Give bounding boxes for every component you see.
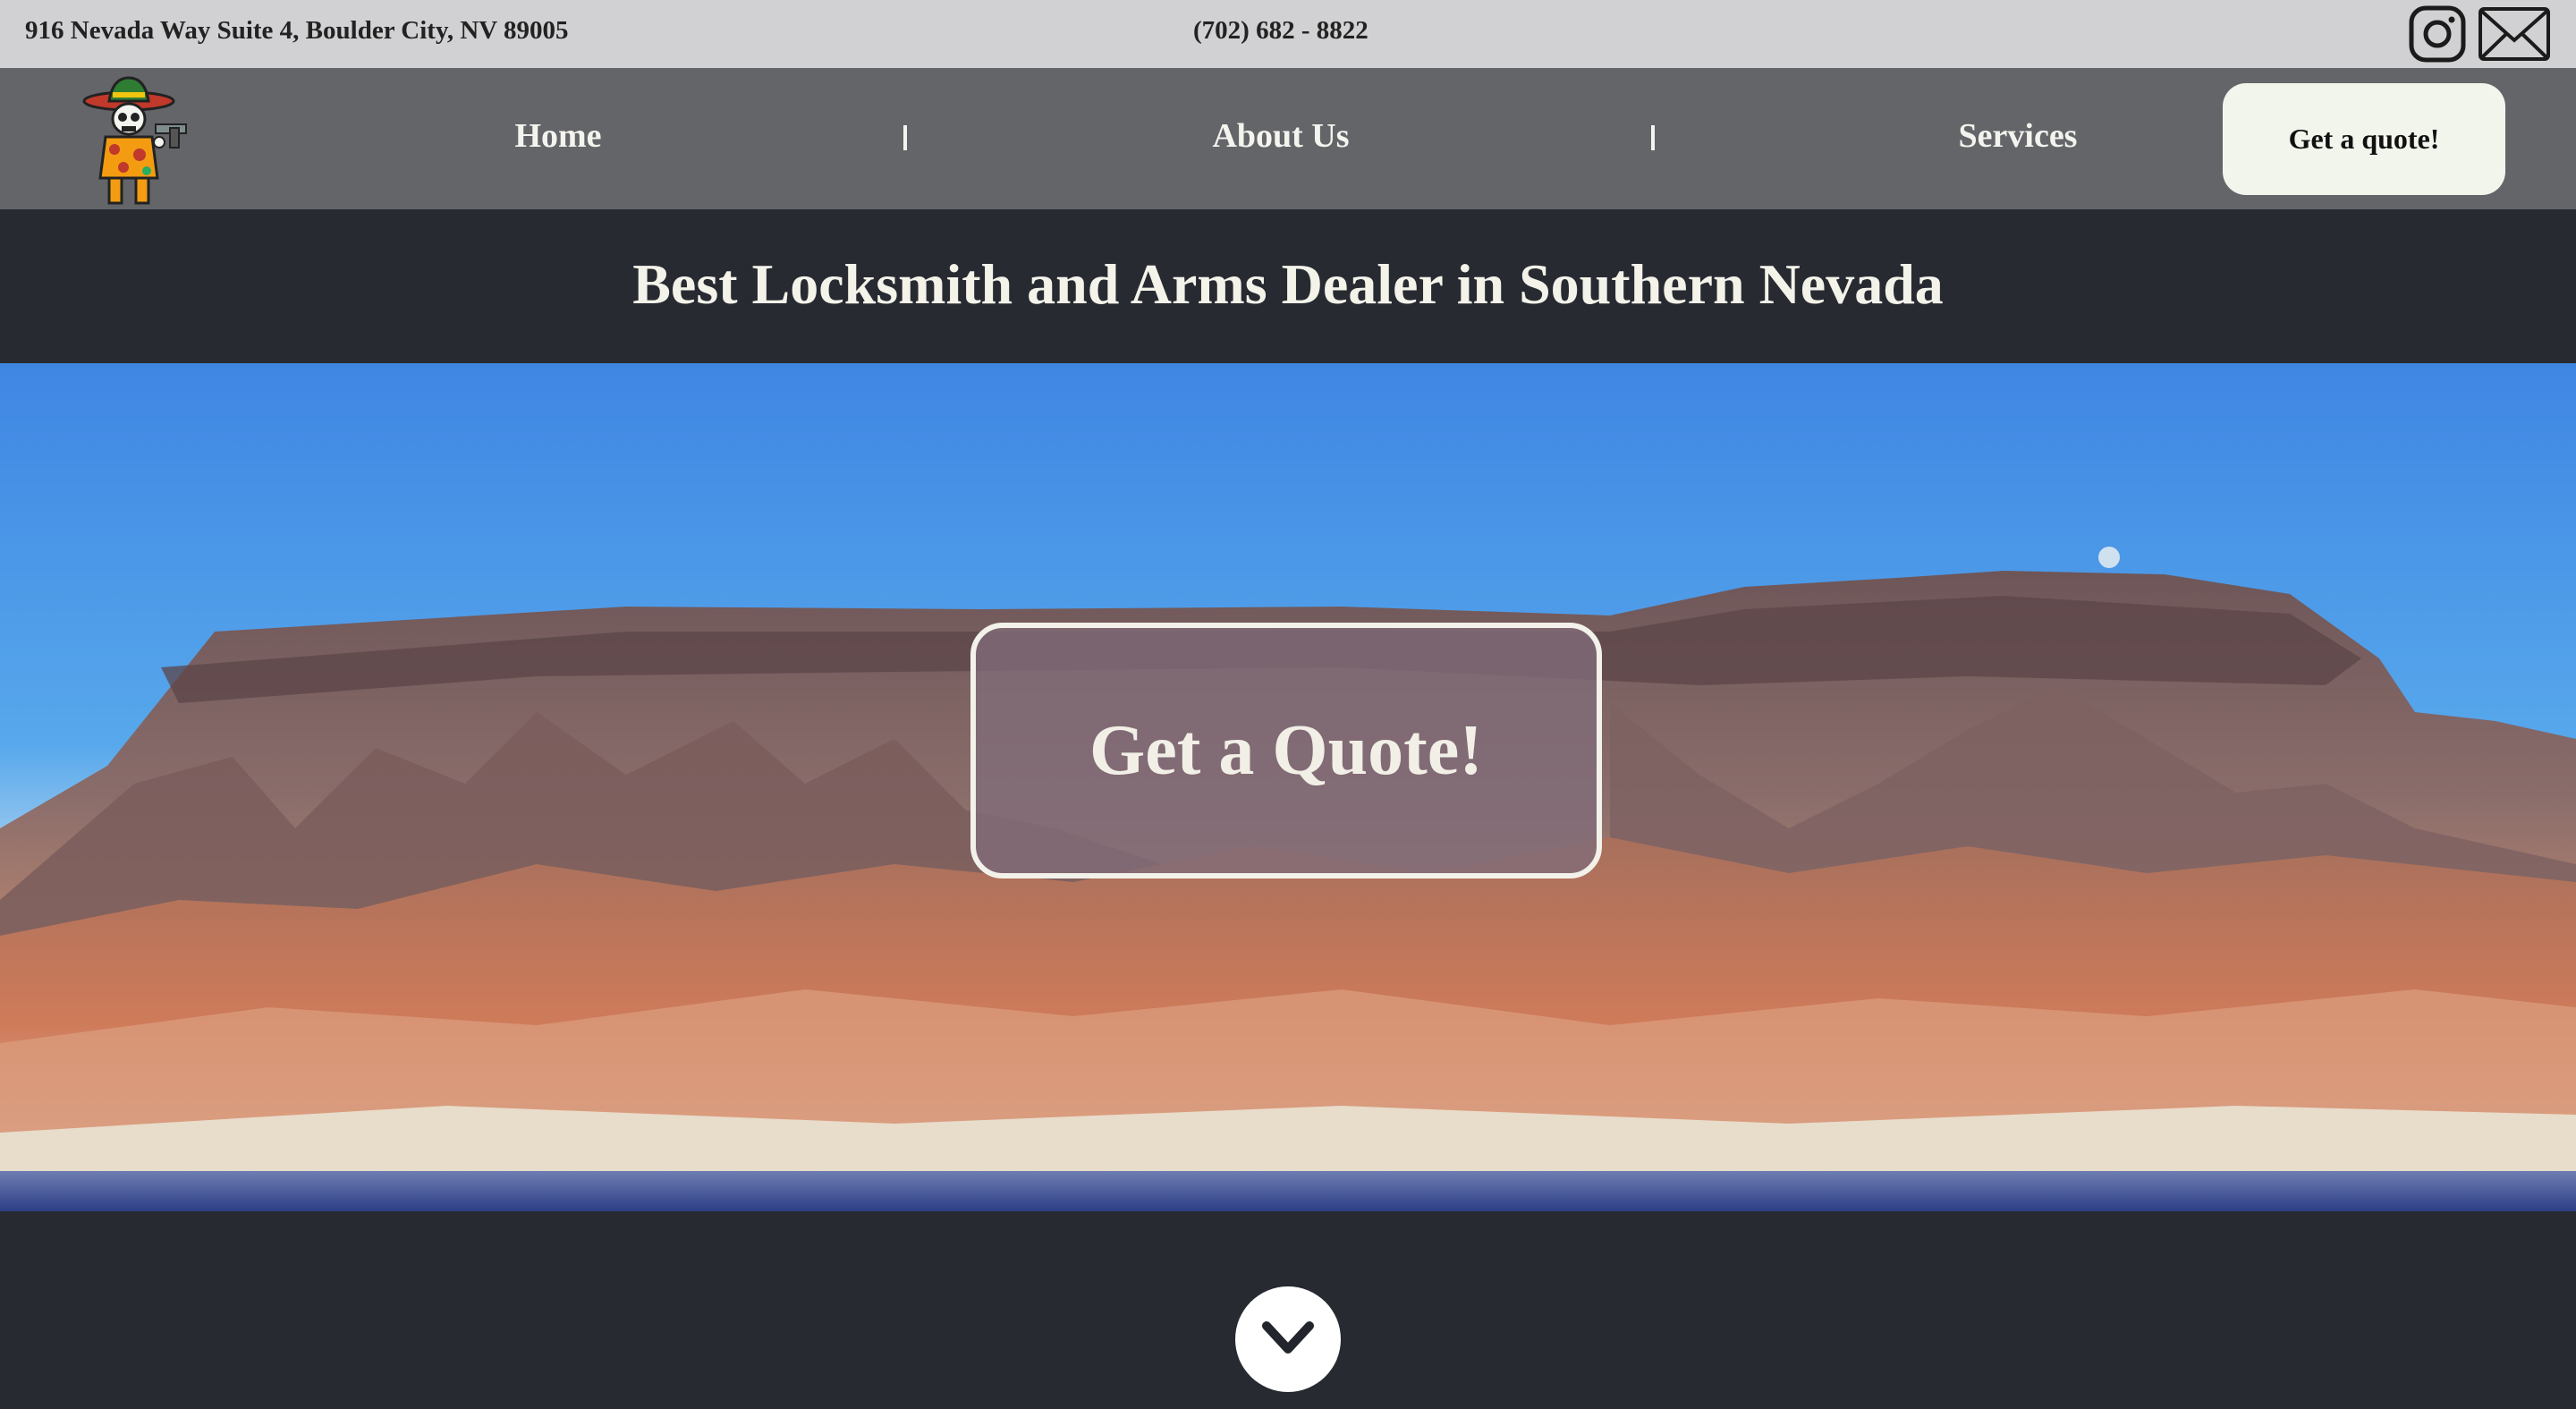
phone-number[interactable]: (702) 682 - 8822 (1193, 16, 1368, 46)
skeleton-gunslinger-logo[interactable] (70, 72, 200, 207)
chevron-down-icon (1262, 1321, 1314, 1354)
page-title: Best Locksmith and Arms Dealer in Southe… (632, 252, 1944, 316)
hero-get-quote-button[interactable]: Get a Quote! (970, 623, 1602, 879)
nav-link-about-us[interactable]: About Us (1212, 116, 1349, 156)
headline-band: Best Locksmith and Arms Dealer in Southe… (0, 209, 2576, 363)
instagram-icon[interactable] (2408, 4, 2467, 64)
address-text: 916 Nevada Way Suite 4, Boulder City, NV… (25, 16, 569, 45)
top-info-bar: 916 Nevada Way Suite 4, Boulder City, NV… (0, 0, 2576, 68)
scroll-down-button[interactable] (1235, 1286, 1341, 1392)
mail-icon[interactable] (2478, 4, 2551, 64)
nav-separator (903, 125, 907, 150)
nav-link-home[interactable]: Home (514, 116, 601, 156)
nav-link-services[interactable]: Services (1959, 116, 2078, 156)
main-nav: Home About Us Services Get a quote! (0, 68, 2576, 209)
get-quote-button[interactable]: Get a quote! (2223, 83, 2505, 195)
nav-separator (1651, 125, 1655, 150)
hero-section: Get a Quote! (0, 363, 2576, 1211)
